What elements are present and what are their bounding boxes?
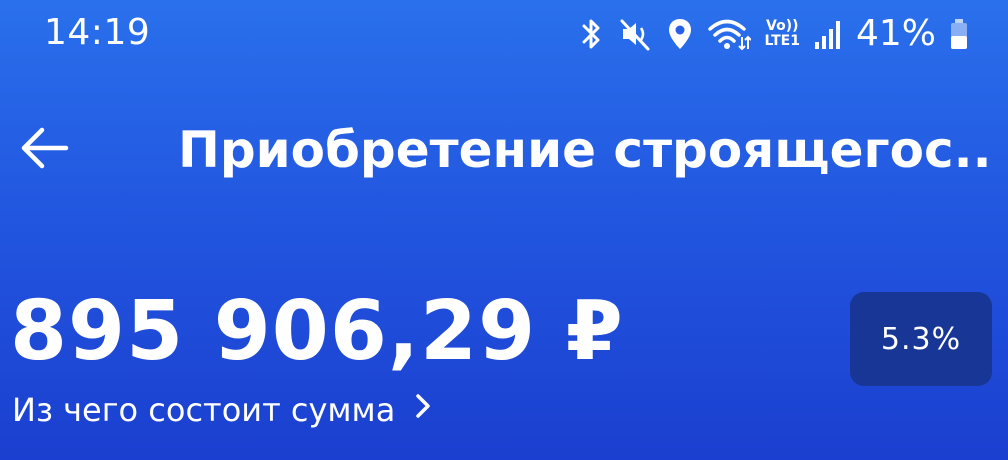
mute-icon (619, 16, 653, 52)
breakdown-link-label: Из чего состоит сумма (12, 391, 396, 429)
volte-icon: Vo)) LTE1 (765, 19, 800, 49)
bluetooth-icon (579, 16, 605, 52)
signal-icon (814, 16, 842, 52)
lte-label: LTE1 (764, 33, 800, 49)
status-icons: Vo)) LTE1 41% (579, 14, 968, 54)
arrow-left-icon (18, 126, 70, 174)
back-button[interactable] (14, 120, 74, 180)
status-bar: 14:19 Vo)) LTE1 41% (0, 0, 1008, 70)
battery-percent: 41% (855, 13, 936, 54)
breakdown-link[interactable]: Из чего состоит сумма (12, 388, 433, 432)
battery-icon (950, 16, 968, 52)
total-amount: 895 906,29 ₽ (10, 284, 624, 379)
rate-badge[interactable]: 5.3% (850, 292, 992, 386)
volte-label: Vo)) (766, 18, 799, 34)
chevron-right-icon (413, 388, 433, 432)
rate-value: 5.3% (880, 321, 962, 357)
wifi-icon (707, 16, 751, 52)
status-time: 14:19 (44, 12, 151, 53)
app-header: Приобретение строящегос.. (0, 110, 1008, 190)
location-icon (667, 16, 693, 52)
page-title: Приобретение строящегос.. (178, 121, 992, 179)
